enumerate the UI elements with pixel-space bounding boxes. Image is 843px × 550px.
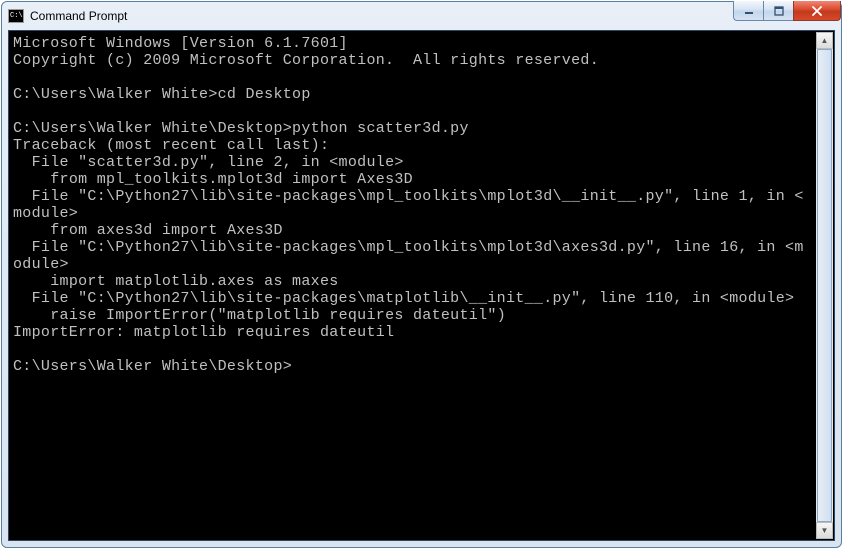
titlebar[interactable]: C:\ Command Prompt [2, 2, 841, 30]
window-title: Command Prompt [30, 9, 127, 23]
terminal-output[interactable]: Microsoft Windows [Version 6.1.7601] Cop… [13, 35, 812, 536]
scroll-track[interactable] [816, 49, 833, 522]
window-frame: C:\ Command Prompt Microsoft Windows [Ve… [1, 1, 842, 548]
cursor [292, 360, 301, 375]
client-area: Microsoft Windows [Version 6.1.7601] Cop… [8, 30, 835, 541]
scroll-down-button[interactable]: ▼ [816, 522, 833, 539]
vertical-scrollbar[interactable]: ▲ ▼ [816, 32, 833, 539]
scroll-up-button[interactable]: ▲ [816, 32, 833, 49]
window-controls [733, 1, 841, 21]
close-button[interactable] [793, 1, 841, 21]
maximize-button[interactable] [763, 1, 793, 21]
scroll-thumb[interactable] [817, 49, 832, 522]
minimize-button[interactable] [733, 1, 763, 21]
cmd-icon: C:\ [8, 9, 24, 23]
